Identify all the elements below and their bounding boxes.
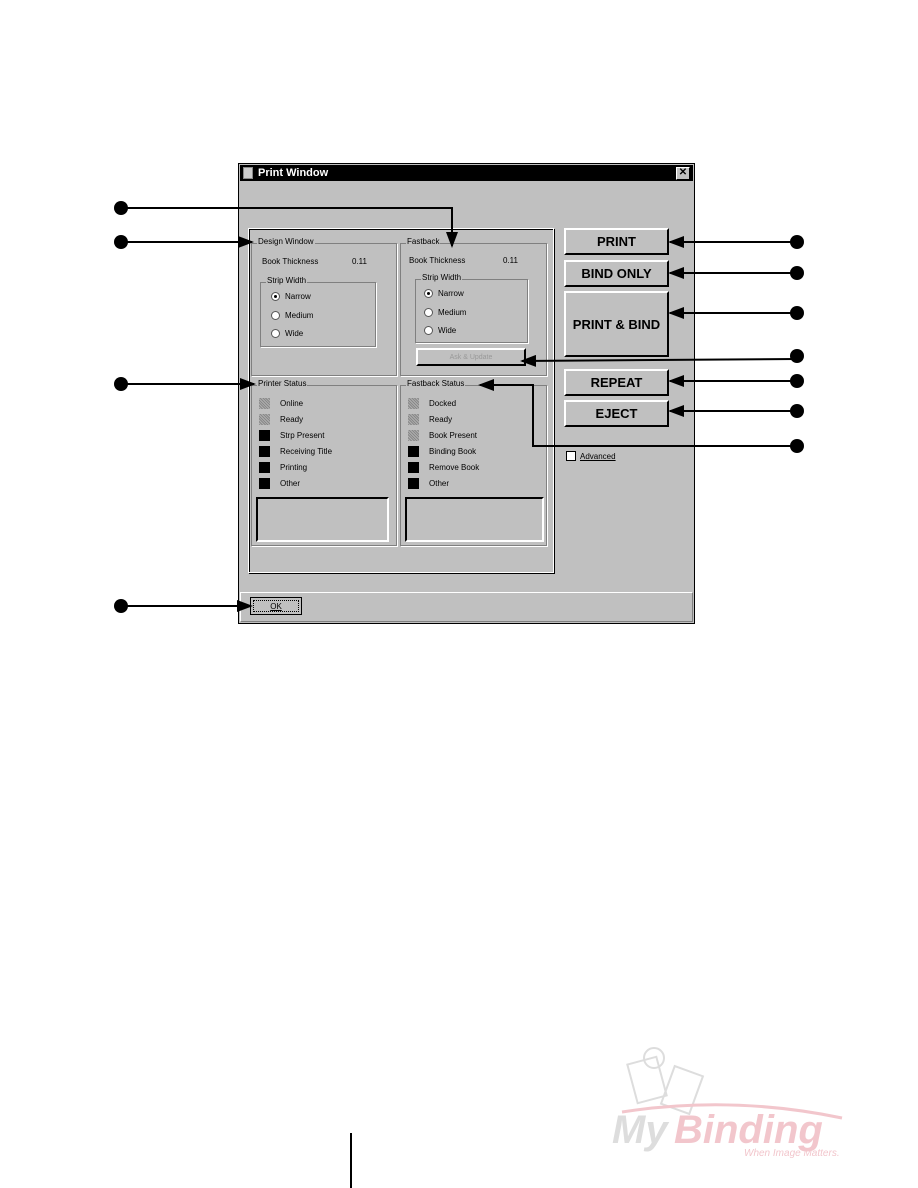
callout-marker bbox=[114, 599, 128, 613]
callout-marker bbox=[790, 235, 804, 249]
callout-marker bbox=[114, 377, 128, 391]
callout-marker bbox=[790, 374, 804, 388]
callout-marker bbox=[790, 306, 804, 320]
svg-text:Binding: Binding bbox=[674, 1108, 823, 1152]
logo-graphic: My Binding When Image Matters. bbox=[612, 1047, 843, 1159]
manual-page: Print Window ✕ Design Window Book Thickn… bbox=[0, 0, 918, 1188]
callout-line bbox=[121, 207, 458, 248]
callout-line bbox=[520, 354, 798, 367]
callout-marker bbox=[790, 404, 804, 418]
callout-line bbox=[478, 379, 797, 447]
svg-text:My: My bbox=[612, 1108, 669, 1152]
callout-marker bbox=[790, 439, 804, 453]
callout-marker bbox=[114, 201, 128, 215]
callout-marker bbox=[790, 349, 804, 363]
callout-marker bbox=[114, 235, 128, 249]
callout-overlay bbox=[114, 201, 804, 1188]
callout-marker bbox=[790, 266, 804, 280]
mybinding-logo: My Binding When Image Matters. bbox=[612, 1040, 892, 1160]
svg-text:When Image Matters.: When Image Matters. bbox=[744, 1148, 840, 1159]
